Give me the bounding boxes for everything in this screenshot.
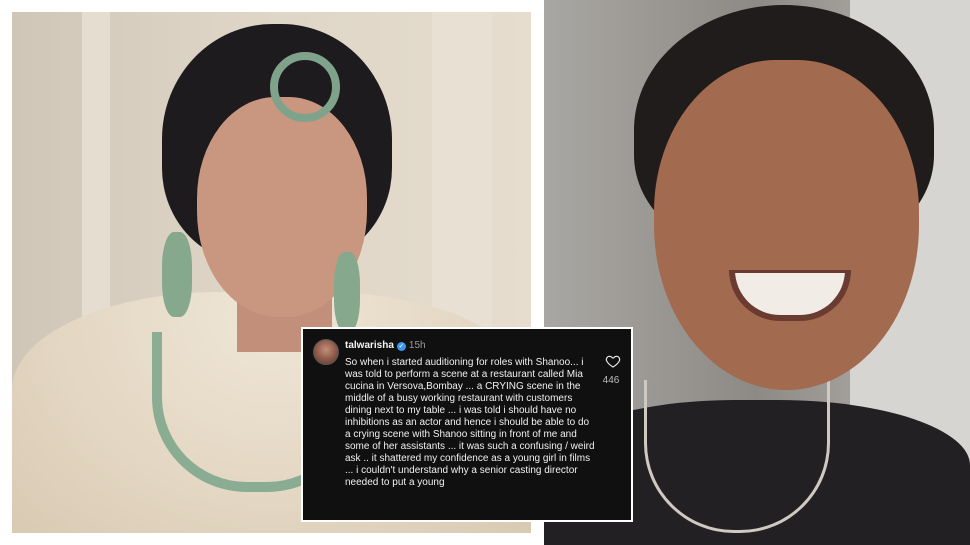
earring-right [334, 252, 360, 332]
instagram-comment-screenshot: talwarisha ✓ 15h So when i started auditio… [301, 327, 633, 522]
face [654, 60, 919, 390]
heart-icon[interactable] [605, 353, 621, 369]
comment-timestamp: 15h [408, 340, 426, 351]
like-count: 446 [602, 375, 620, 386]
background-wall [82, 12, 110, 342]
comment-header: talwarisha ✓ 15h [345, 340, 426, 351]
verified-badge-icon: ✓ [396, 342, 406, 351]
comment-username[interactable]: talwarisha [345, 340, 394, 351]
earring-left [162, 232, 192, 317]
comment-text: So when i started auditioning for roles … [345, 357, 595, 488]
user-avatar[interactable] [313, 339, 339, 365]
maang-tikka [270, 52, 340, 122]
